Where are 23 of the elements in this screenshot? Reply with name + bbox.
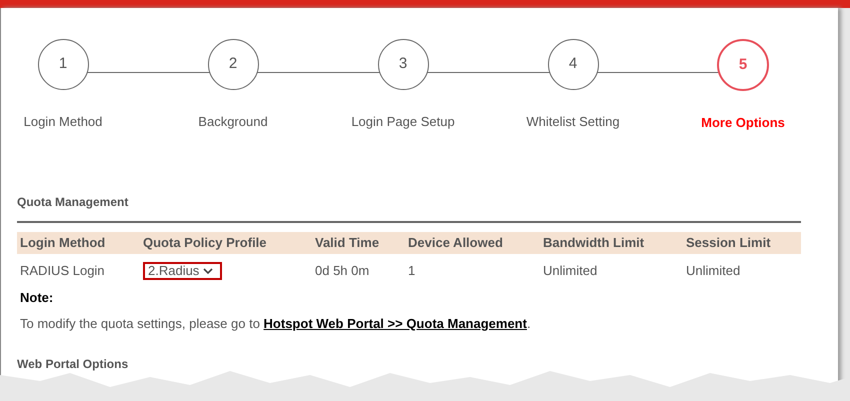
section-title: Web Portal Options	[17, 356, 130, 373]
table-cell: 1	[408, 263, 416, 278]
step-label: Background	[198, 113, 268, 131]
quota-management-link[interactable]: Hotspot Web Portal >> Quota Management	[264, 316, 527, 330]
column-header: Bandwidth Limit	[542, 234, 646, 252]
table-cell: 0d 5h 0m	[315, 263, 370, 278]
chevron-down-icon	[203, 268, 214, 274]
section-title: Quota Management	[17, 194, 130, 211]
step-label: Login Page Setup	[351, 113, 455, 131]
profile-dropdown[interactable]: 2.Radius	[143, 262, 222, 280]
column-header: Device Allowed	[407, 234, 504, 252]
step-label: Login Method	[24, 113, 102, 131]
table-cell: RADIUS Login	[20, 263, 105, 278]
column-header: Valid Time	[314, 234, 380, 252]
step-label: More Options	[701, 114, 785, 132]
table-cell: Unlimited	[686, 263, 740, 278]
column-header: Quota Policy Profile	[142, 234, 268, 252]
column-header: Login Method	[19, 234, 106, 252]
note-label: Note:	[19, 289, 54, 307]
column-header: Session Limit	[685, 234, 772, 252]
step-label: Whitelist Setting	[526, 113, 620, 131]
table-cell: Unlimited	[543, 263, 598, 278]
note-text: To modify the quota settings, please go to Hotspot Web Portal >> Quota Management.	[19, 314, 532, 333]
